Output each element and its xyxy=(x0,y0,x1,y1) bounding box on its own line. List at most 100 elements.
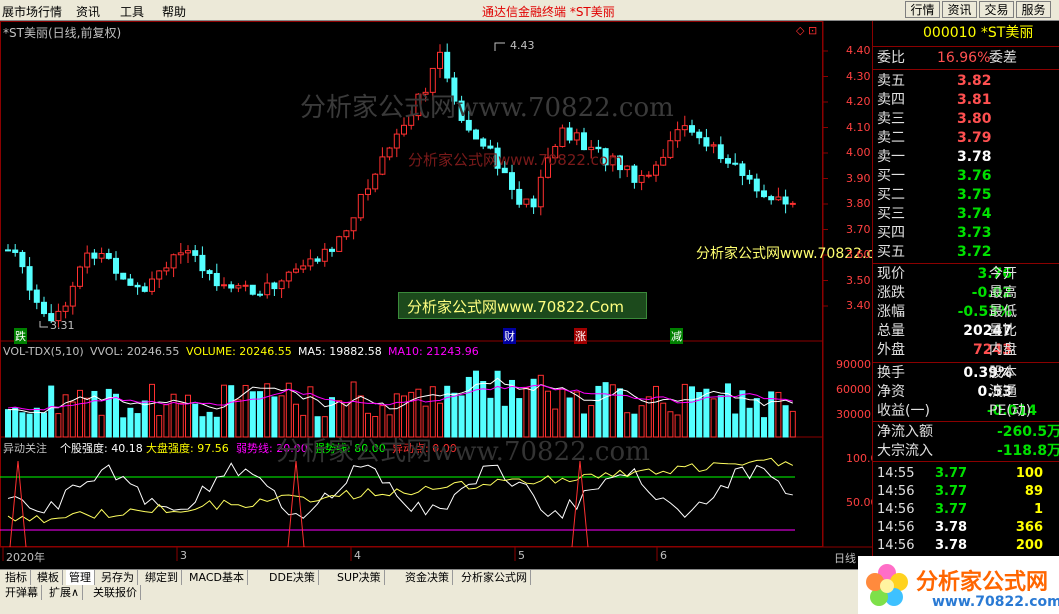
tick-price: 3.77 xyxy=(935,484,968,499)
tab-资金决策[interactable]: 资金决策 xyxy=(402,570,453,585)
stat-row: 收益(一) -0.014 PE(动) xyxy=(877,402,1037,421)
stat-label-right: PE(动) xyxy=(989,403,1032,419)
tick-row[interactable]: 14:56 3.77 89 xyxy=(877,482,1043,501)
stat-label: 总量 xyxy=(877,323,905,339)
stock-header: 000010 *ST美丽 xyxy=(923,24,1033,43)
candle-body xyxy=(739,163,746,176)
tick-row[interactable]: 14:56 3.78 200 xyxy=(877,536,1043,555)
candle-body xyxy=(113,257,119,274)
volume-bar xyxy=(98,414,105,438)
event-finance[interactable]: 财 xyxy=(503,328,516,344)
candle-body xyxy=(768,196,775,201)
order-row[interactable]: 卖二 3.79 xyxy=(877,129,992,148)
tick-price: 3.77 xyxy=(935,502,968,517)
trade-button[interactable]: 交易 xyxy=(979,1,1014,18)
order-row[interactable]: 卖三 3.80 xyxy=(877,110,992,129)
order-price: 3.81 xyxy=(957,92,992,108)
order-row[interactable]: 卖四 3.81 xyxy=(877,91,992,110)
order-row[interactable]: 买二 3.75 xyxy=(877,186,992,205)
tick-volume: 1 xyxy=(1033,502,1043,517)
menu-tools[interactable]: 工具 xyxy=(120,3,144,20)
extra-tabs: 开弹幕 扩展∧ 关联报价 xyxy=(0,585,872,602)
quote-button[interactable]: 行情 xyxy=(905,1,940,18)
tick-volume: 366 xyxy=(1015,520,1043,535)
ind-name: 异动关注 xyxy=(3,442,47,455)
tab-MACD基本[interactable]: MACD基本 xyxy=(186,570,248,585)
chart-area[interactable]: *ST美丽(日线,前复权) ◇ ⊡ 分析家公式网www.70822.com 分析… xyxy=(0,21,896,569)
flow-value: -260.5万 xyxy=(997,424,1059,440)
order-row[interactable]: 卖五 3.82 xyxy=(877,72,992,91)
stat-label: 外盘 xyxy=(877,342,905,358)
tab-分析家公式网[interactable]: 分析家公式网 xyxy=(458,570,531,585)
volume-bar xyxy=(228,385,235,438)
candle-body xyxy=(127,278,134,286)
volume-bar xyxy=(653,385,659,438)
service-button[interactable]: 服务 xyxy=(1016,1,1051,18)
order-row[interactable]: 买一 3.76 xyxy=(877,167,992,186)
candle-body xyxy=(77,266,83,287)
order-row[interactable]: 买三 3.74 xyxy=(877,205,992,224)
tab-关联报价[interactable]: 关联报价 xyxy=(90,585,141,600)
tab-模板[interactable]: 模板 xyxy=(34,570,63,585)
candle-body xyxy=(26,266,33,291)
news-button[interactable]: 资讯 xyxy=(942,1,977,18)
candle-body xyxy=(631,165,638,183)
event-rise[interactable]: 涨 xyxy=(574,328,587,344)
weibi-row: 委比 16.96% 委差 xyxy=(877,49,1017,68)
tab-SUP决策[interactable]: SUP决策 xyxy=(334,570,385,585)
volume-bar xyxy=(753,398,760,438)
order-label: 买五 xyxy=(877,244,905,260)
order-row[interactable]: 卖一 3.78 xyxy=(877,148,992,167)
candle-body xyxy=(573,132,580,141)
order-row[interactable]: 买五 3.72 xyxy=(877,243,992,262)
stat-row: 现价 3.76 今开 xyxy=(877,265,1017,284)
volume-axis-label: 60000 xyxy=(836,383,871,396)
tick-row[interactable]: 14:55 3.77 100 xyxy=(877,464,1043,483)
stat-label-right: 股本 xyxy=(989,365,1017,381)
order-label: 卖三 xyxy=(877,111,905,127)
flow-value: -118.8万 xyxy=(997,443,1059,459)
tick-row[interactable]: 14:56 3.78 366 xyxy=(877,518,1043,537)
menu-help[interactable]: 帮助 xyxy=(162,3,186,20)
stock-code: 000010 xyxy=(923,25,977,41)
volume-bar xyxy=(213,416,220,438)
candle-body xyxy=(681,125,688,131)
order-price: 3.72 xyxy=(957,244,992,260)
order-label: 卖五 xyxy=(877,73,905,89)
candle-body xyxy=(235,285,242,289)
tick-row[interactable]: 14:56 3.77 1 xyxy=(877,500,1043,519)
order-row[interactable]: 买四 3.73 xyxy=(877,224,992,243)
candle-body xyxy=(105,253,112,259)
tab-扩展∧[interactable]: 扩展∧ xyxy=(46,585,84,600)
volume-bar xyxy=(285,382,292,438)
volume-bar xyxy=(609,384,616,438)
tab-绑定到[interactable]: 绑定到 xyxy=(142,570,182,585)
volume-bar xyxy=(415,388,422,438)
event-fall[interactable]: 跌 xyxy=(14,328,27,344)
candle-body xyxy=(264,282,271,296)
volume-bar xyxy=(473,370,479,438)
vol-ma5-line xyxy=(7,377,793,414)
tick-price: 3.78 xyxy=(935,538,968,553)
volume-bar xyxy=(177,402,184,438)
candle-body xyxy=(717,144,724,160)
tab-管理[interactable]: 管理 xyxy=(66,570,95,585)
tick-time: 14:56 xyxy=(877,538,915,553)
tab-开弹幕[interactable]: 开弹幕 xyxy=(2,585,42,600)
volume-bar xyxy=(761,417,767,438)
period-label[interactable]: 日线 xyxy=(834,550,856,566)
tab-另存为[interactable]: 另存为 xyxy=(98,570,138,585)
volume-bar xyxy=(120,417,127,438)
chart-options-icon[interactable]: ◇ ⊡ xyxy=(796,24,817,37)
tab-DDE决策[interactable]: DDE决策 xyxy=(266,570,319,585)
tab-指标[interactable]: 指标 xyxy=(2,570,31,585)
tick-time: 14:56 xyxy=(877,502,915,517)
menu-market[interactable]: 展市场行情 xyxy=(2,3,62,20)
price-axis-label: 4.00 xyxy=(846,146,871,159)
menu-bar: 展市场行情 资讯 工具 帮助 通达信金融终端 *ST美丽 行情 资讯 交易 服务 xyxy=(0,0,1059,21)
event-reduce[interactable]: 减 xyxy=(670,328,683,344)
volume-bar xyxy=(732,413,739,438)
menu-news[interactable]: 资讯 xyxy=(76,3,100,20)
order-price: 3.75 xyxy=(957,187,992,203)
volume-bar xyxy=(617,388,623,438)
